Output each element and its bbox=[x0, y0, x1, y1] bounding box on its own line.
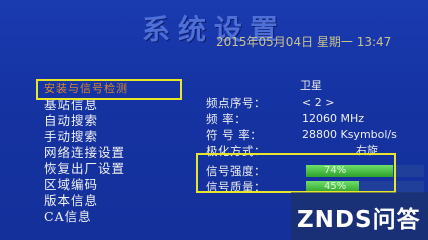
satellite-label: 卫星 bbox=[300, 79, 322, 92]
symbol-rate-value: 28800 Ksymbol/s bbox=[302, 128, 397, 141]
menu-item-manual-search[interactable]: 手动搜索 bbox=[44, 129, 194, 145]
param-label: 符 号 率： bbox=[206, 128, 263, 142]
param-label: 频 率： bbox=[206, 112, 247, 126]
param-row-symbol-rate: 符 号 率： 28800 Ksymbol/s bbox=[206, 127, 428, 143]
tv-screen: 系统设置 2015年05月04日 星期一 13:47 安装与信号检测 基站信息 … bbox=[0, 0, 428, 240]
datetime-readout: 2015年05月04日 星期一 13:47 bbox=[216, 35, 392, 49]
active-menu-highlight bbox=[36, 79, 182, 100]
param-row-frequency: 频 率： 12060 MHz bbox=[206, 111, 428, 127]
watermark-text: ZNDS问答 bbox=[297, 207, 421, 233]
settings-menu: 安装与信号检测 基站信息 自动搜索 手动搜索 网络连接设置 恢复出厂设置 区域编… bbox=[44, 81, 194, 225]
menu-item-version-info[interactable]: 版本信息 bbox=[44, 193, 194, 209]
signal-highlight bbox=[196, 153, 396, 193]
param-row-channel[interactable]: 频点序号： < 2 > bbox=[206, 95, 428, 111]
menu-item-auto-search[interactable]: 自动搜索 bbox=[44, 113, 194, 129]
param-label: 频点序号： bbox=[206, 96, 266, 110]
frequency-value: 12060 MHz bbox=[302, 112, 365, 125]
watermark-logo: ZNDS问答 bbox=[291, 192, 428, 240]
menu-item-region-code[interactable]: 区域编码 bbox=[44, 177, 194, 193]
menu-item-ca-info[interactable]: CA信息 bbox=[44, 209, 194, 225]
menu-item-network-settings[interactable]: 网络连接设置 bbox=[44, 145, 194, 161]
menu-item-factory-reset[interactable]: 恢复出厂设置 bbox=[44, 161, 194, 177]
channel-selector[interactable]: < 2 > bbox=[302, 95, 334, 111]
